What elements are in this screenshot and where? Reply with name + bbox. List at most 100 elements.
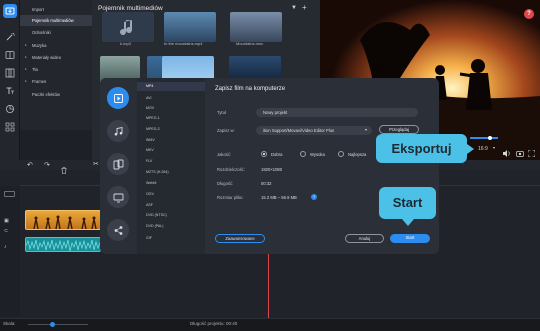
cut-icon[interactable]: ✂: [93, 160, 99, 168]
share-icon[interactable]: [107, 219, 129, 241]
format-item-avi[interactable]: AVI: [146, 96, 152, 100]
callout-start: Start: [379, 187, 436, 219]
clip-frames: [33, 215, 97, 229]
device-icon[interactable]: [107, 153, 129, 175]
save-location-field[interactable]: ition Support/Movavi/Video Editor Plus: [256, 126, 372, 135]
sidebar-item-links[interactable]: Odnośniki: [20, 27, 92, 38]
title-input-value: Nowy projekt: [263, 110, 288, 115]
sidebar-item-backgrounds[interactable]: ▸ Tła: [20, 64, 92, 75]
left-toolbar: [0, 0, 20, 160]
audio-file-icon[interactable]: [107, 120, 129, 142]
zoom-slider[interactable]: [28, 324, 88, 325]
video-clip[interactable]: [25, 210, 101, 230]
redo-icon[interactable]: ↷: [44, 161, 50, 169]
project-duration-value: 00:40: [226, 321, 238, 326]
more-tools-icon[interactable]: [3, 120, 17, 134]
filter-icon[interactable]: ▼: [291, 5, 297, 11]
help-icon[interactable]: ?: [524, 9, 534, 19]
chevron-down-icon[interactable]: ▾: [365, 127, 367, 132]
title-input[interactable]: Nowy projekt: [256, 108, 418, 117]
browse-button[interactable]: Przeglądaj: [379, 125, 419, 134]
callout-pointer: [402, 219, 414, 226]
add-track-icon[interactable]: [4, 191, 15, 197]
transitions-icon[interactable]: [3, 66, 17, 80]
import-sidebar: Import Pojemnik multimediów Odnośniki ▸ M…: [20, 0, 92, 130]
media-thumb[interactable]: [102, 12, 154, 42]
import-tool-icon[interactable]: [3, 4, 17, 18]
format-item-mp4[interactable]: MP4: [146, 84, 153, 88]
format-item-dvd-ntsc[interactable]: DVD (NTSC): [146, 213, 167, 217]
file-size-label: Rozmiar pliku:: [217, 195, 244, 200]
track-headers: ▣ ⊂ ♪: [0, 186, 20, 316]
sidebar-item-videos[interactable]: ▸ Materiały wideo: [20, 52, 92, 63]
sidebar-item-music[interactable]: ▸ Muzyka: [20, 40, 92, 51]
media-thumb[interactable]: [164, 12, 216, 42]
expand-arrow-icon: ▸: [25, 67, 27, 71]
quality-radio-high[interactable]: [300, 151, 306, 157]
video-file-icon[interactable]: [107, 87, 129, 109]
sidebar-item-label: Odnośniki: [32, 30, 51, 35]
sidebar-item-label: Frames: [32, 79, 47, 84]
undo-icon[interactable]: ↶: [27, 161, 33, 169]
sidebar-item-label: Import: [32, 7, 44, 12]
add-icon[interactable]: +: [302, 3, 307, 12]
format-item-wmv[interactable]: WMV: [146, 138, 155, 142]
media-panel-title: Pojemnik multimediów: [98, 5, 163, 12]
media-thumb[interactable]: [230, 12, 282, 42]
sidebar-item-label: Paczki efektów: [32, 92, 60, 97]
audio-clip[interactable]: [25, 237, 101, 252]
sidebar-item-label: Tła: [32, 67, 38, 72]
format-item-mpeg1[interactable]: MPEG-1: [146, 116, 160, 120]
format-item-mpeg2[interactable]: MPEG-2: [146, 127, 160, 131]
aspect-ratio-select[interactable]: 16:9: [478, 146, 488, 152]
quality-option-good: Dobra: [271, 152, 283, 157]
advanced-button[interactable]: Zaawansowane: [215, 234, 265, 243]
sidebar-item-import[interactable]: Import: [20, 4, 92, 15]
cancel-button[interactable]: Anuluj: [345, 234, 384, 243]
sidebar-item-effect-packs[interactable]: Paczki efektów: [20, 89, 92, 100]
chevron-down-icon: ▾: [493, 145, 496, 150]
titles-icon[interactable]: [3, 84, 17, 98]
format-item-m2ts[interactable]: M2TS (H.264): [146, 170, 169, 174]
filters-icon[interactable]: [3, 48, 17, 62]
quality-label: Jakość:: [217, 152, 232, 157]
callout-pointer: [467, 144, 474, 154]
quality-radio-best[interactable]: [338, 151, 344, 157]
music-note-icon: [120, 20, 133, 36]
progress-handle[interactable]: [488, 136, 492, 140]
export-category-bar: [100, 78, 137, 254]
scale-label: Skala:: [3, 321, 16, 326]
link-icon[interactable]: ⊂: [4, 228, 8, 234]
format-item-dvd-pal[interactable]: DVD (PAL): [146, 224, 164, 228]
format-item-gif[interactable]: GIF: [146, 236, 152, 240]
quality-option-best: Najlepsza: [348, 152, 367, 157]
magic-wand-icon[interactable]: [3, 30, 17, 44]
info-icon[interactable]: ?: [311, 194, 317, 200]
format-item-mkv[interactable]: MKV: [146, 148, 154, 152]
callout-export: Eksportuj: [376, 134, 467, 163]
trash-icon[interactable]: [61, 161, 67, 179]
format-item-webm[interactable]: WebM: [146, 181, 156, 185]
duration-label: Długość:: [217, 181, 234, 186]
tv-icon[interactable]: [107, 186, 129, 208]
expand-arrow-icon: ▸: [25, 43, 27, 47]
project-duration-label: Długość projektu:: [190, 321, 225, 326]
video-track-icon[interactable]: ▣: [4, 218, 9, 224]
format-item-ogv[interactable]: OGV: [146, 192, 154, 196]
sidebar-item-frames[interactable]: ▸ Frames: [20, 76, 92, 87]
expand-arrow-icon: ▸: [25, 79, 27, 83]
format-item-mov[interactable]: MOV: [146, 106, 154, 110]
sidebar-item-label: Pojemnik multimediów: [32, 18, 74, 23]
format-item-flv[interactable]: FLV: [146, 159, 152, 163]
save-location-value: ition Support/Movavi/Video Editor Plus: [263, 128, 335, 133]
media-file-label: Mountains.mov: [236, 41, 264, 46]
format-item-asf[interactable]: ASF: [146, 203, 153, 207]
progress-bar[interactable]: [470, 137, 498, 139]
zoom-slider-handle[interactable]: [50, 322, 55, 327]
resolution-label: Rozdzielczość:: [217, 167, 245, 172]
audio-track-icon[interactable]: ♪: [4, 244, 7, 250]
sidebar-item-media-bin[interactable]: Pojemnik multimediów: [20, 15, 92, 26]
start-button[interactable]: Start: [390, 234, 430, 243]
quality-radio-good[interactable]: [261, 151, 267, 157]
stickers-icon[interactable]: [3, 102, 17, 116]
